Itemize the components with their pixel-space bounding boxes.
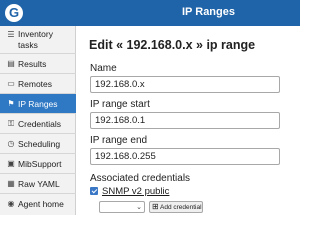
name-label: Name bbox=[90, 63, 117, 74]
page-header-title: IP Ranges bbox=[182, 6, 235, 18]
sidebar-item-label: Results bbox=[18, 59, 47, 69]
sidebar-item-label: Inventory bbox=[18, 29, 53, 39]
tasks-icon: ☰ bbox=[7, 30, 15, 39]
sidebar-item-raw-yaml[interactable]: ▦ Raw YAML bbox=[0, 174, 76, 194]
raw-yaml-icon: ▦ bbox=[7, 179, 15, 188]
sidebar-item-label: Remotes bbox=[18, 79, 53, 89]
credential-select[interactable]: ⌄ bbox=[99, 201, 145, 213]
sidebar-item-remotes[interactable]: ▭ Remotes bbox=[0, 74, 76, 94]
chevron-down-icon: ⌄ bbox=[136, 204, 142, 211]
ip-start-field[interactable]: 192.168.0.1 bbox=[90, 112, 280, 129]
add-credential-label: Add credential bbox=[160, 204, 202, 211]
credential-link[interactable]: SNMP v2 public bbox=[102, 186, 169, 197]
scheduling-icon: ◷ bbox=[7, 139, 15, 148]
plus-icon: ⊞ bbox=[152, 202, 159, 211]
sidebar-item-label: MibSupport bbox=[18, 159, 62, 169]
page-title: Edit « 192.168.0.x » ip range bbox=[89, 38, 256, 52]
sidebar: ☰ Inventory tasks ▤ Results ▭ Remotes ⚑ … bbox=[0, 26, 76, 215]
sidebar-item-ip-ranges[interactable]: ⚑ IP Ranges bbox=[0, 94, 76, 114]
app-logo: G bbox=[5, 4, 23, 22]
sidebar-item-scheduling[interactable]: ◷ Scheduling bbox=[0, 134, 76, 154]
top-bar: G IP Ranges bbox=[0, 0, 300, 26]
results-icon: ▤ bbox=[7, 59, 15, 68]
associated-credentials-label: Associated credentials bbox=[90, 173, 191, 184]
agent-home-icon: ◉ bbox=[7, 199, 15, 208]
sidebar-item-inventory-tasks[interactable]: ☰ Inventory tasks bbox=[0, 26, 76, 54]
remotes-icon: ▭ bbox=[7, 79, 15, 88]
credentials-icon: ⚿ bbox=[7, 119, 15, 128]
sidebar-item-credentials[interactable]: ⚿ Credentials bbox=[0, 114, 76, 134]
credential-checkbox[interactable] bbox=[90, 187, 98, 195]
sidebar-item-label-line2: tasks bbox=[18, 40, 38, 50]
logo-letter: G bbox=[8, 5, 20, 20]
add-credential-button[interactable]: ⊞ Add credential bbox=[149, 201, 203, 213]
sidebar-item-results[interactable]: ▤ Results bbox=[0, 54, 76, 74]
sidebar-item-mibsupport[interactable]: ▣ MibSupport bbox=[0, 154, 76, 174]
sidebar-item-label: IP Ranges bbox=[18, 99, 58, 109]
mibsupport-icon: ▣ bbox=[7, 159, 15, 168]
ip-end-label: IP range end bbox=[90, 135, 148, 146]
sidebar-item-label: Agent home bbox=[18, 199, 64, 209]
sidebar-item-label: Credentials bbox=[18, 119, 61, 129]
sidebar-item-agent-home[interactable]: ◉ Agent home bbox=[0, 194, 76, 215]
ip-end-field[interactable]: 192.168.0.255 bbox=[90, 148, 280, 165]
ip-start-label: IP range start bbox=[90, 99, 150, 110]
name-field[interactable]: 192.168.0.x bbox=[90, 76, 280, 93]
sidebar-item-label: Raw YAML bbox=[18, 179, 60, 189]
sidebar-item-label: Scheduling bbox=[18, 139, 61, 149]
ip-ranges-icon: ⚑ bbox=[7, 99, 15, 108]
